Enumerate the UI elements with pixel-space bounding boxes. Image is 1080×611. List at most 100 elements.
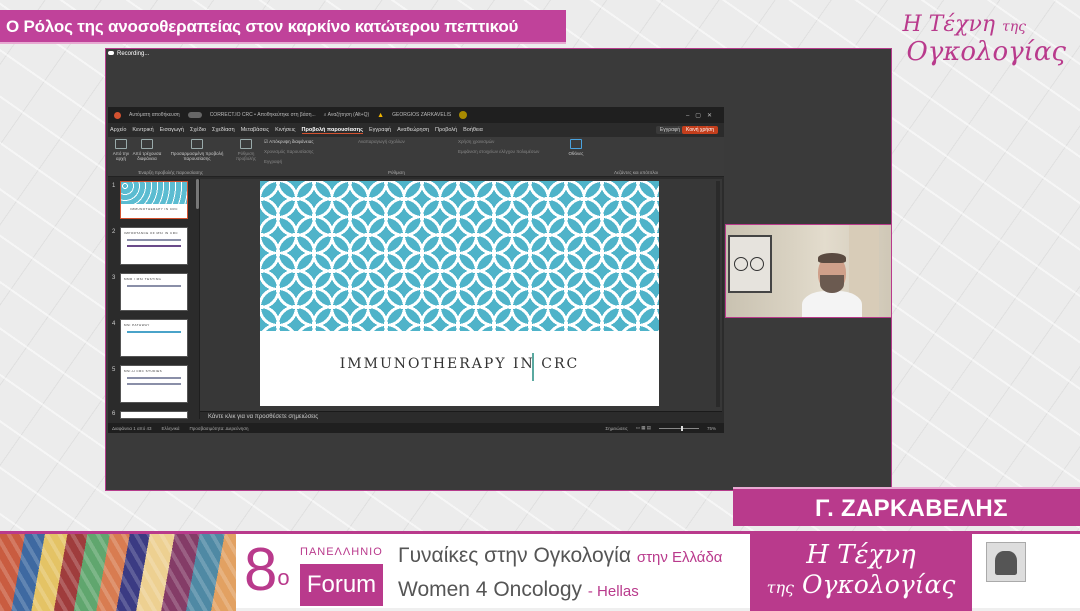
bicycle-wheel [750,257,764,271]
text-cursor [532,353,534,381]
tab-transitions[interactable]: Μεταβάσεις [241,127,269,133]
checkbox-icon: ☑ [264,139,269,144]
notes-pane[interactable]: Κάντε κλικ για να προσθέσετε σημειώσεις [200,411,722,421]
custom-show-label: Προσαρμοσμένη προβολή παρουσίασης [170,151,224,161]
show-media-checkbox[interactable]: Εμφάνιση στοιχείων ελέγχου πολυμέσων [458,149,539,154]
tab-draw[interactable]: Σχέδιο [190,127,206,133]
thumb-title: MSI PATHWAY [124,323,150,327]
footer-logo-small: της [766,578,795,597]
speaker-name-banner: Γ. ΖΑΡΚΑΒΕΛΗΣ [733,487,1080,526]
sponsor-image [986,542,1026,582]
user-name[interactable]: GEORGIOS ZARKAVELIS [392,112,451,118]
tab-record[interactable]: Εγγραφή [369,127,391,133]
from-start-button[interactable]: Από την αρχή [112,139,130,161]
footer-logo: Η Τέχνη της Ογκολογίας [750,534,972,611]
record-label: Εγγραφή [264,159,283,164]
speaker-beard [820,275,844,293]
zoom-knob[interactable] [680,425,683,431]
narrations-checkbox[interactable]: Αναπαραγωγή σχολίων [358,139,405,144]
custom-show-button[interactable]: Προσαρμοσμένη προβολή παρουσίασης [168,139,226,161]
thumb-number: 4 [112,321,116,327]
hide-slide-label: Απόκρυψη διαφάνειας [269,139,314,144]
zoom-level[interactable]: 75% [707,426,716,431]
tab-insert[interactable]: Εισαγωγή [160,127,184,133]
forum-number: 8ο [244,540,290,600]
from-current-button[interactable]: Από τρέχουσα διαφάνεια [132,139,162,161]
footer-logo-word1: Τέχνη [837,540,916,570]
ribbon-tabs: Αρχείο Κεντρική Εισαγωγή Σχέδιο Σχεδίαση… [108,123,724,137]
from-current-label: Από τρέχουσα διαφάνεια [132,151,162,161]
tab-view[interactable]: Προβολή [435,127,457,133]
thumb-content [127,285,181,287]
tab-help[interactable]: Βοήθεια [463,127,483,133]
footer-logo-word2: Ογκολογίας [801,570,956,599]
thumb-content [127,245,181,247]
slide-title[interactable]: IMMUNOTHERAPY IN CRC [260,356,659,372]
powerpoint-app-icon[interactable] [114,111,121,119]
autosave-toggle[interactable] [187,112,202,118]
bicycle-wheel [734,257,748,271]
thumb-title: IMMUNOTHERAPY IN CRC [130,207,178,211]
search-box[interactable]: ⌕ Αναζήτηση (Alt+Q) [324,112,369,118]
speaker-body [802,291,862,317]
tab-review[interactable]: Αναθεώρηση [397,127,429,133]
avatar[interactable] [459,111,468,119]
notes-toggle[interactable]: Σημειώσεις [605,426,627,431]
record-button[interactable]: Εγγραφή [655,126,684,134]
accessibility-status[interactable]: Προσβασιμότητα: Διερεύνηση [190,426,249,431]
speaker-hair [818,253,846,263]
warning-icon[interactable]: ▲ [377,112,384,119]
rehearse-button[interactable]: Χρονισμός παρουσίασης [264,149,314,154]
current-slide[interactable]: IMMUNOTHERAPY IN CRC [260,181,659,406]
window-controls[interactable]: –▢✕ [686,112,724,119]
group-label-start: Έναρξη προβολής παρουσίασης [138,170,204,175]
tab-home[interactable]: Κεντρική [132,127,153,133]
thumbnail-scrollbar[interactable] [196,179,199,209]
thumb-title: MMR / MSI TESTING [124,277,162,281]
slide-pattern [260,181,659,331]
tab-animations[interactable]: Κινήσεις [275,127,295,133]
share-button[interactable]: Κοινή χρήση [682,126,718,134]
slide-thumbnail-3[interactable]: MMR / MSI TESTING [120,273,188,311]
tab-file[interactable]: Αρχείο [110,127,126,133]
use-timings-checkbox[interactable]: Χρήση χρονισμών [458,139,494,144]
search-icon: ⌕ [323,112,327,118]
thumb-content [127,331,181,333]
english-subtitle-main: Women 4 Oncology [398,578,583,601]
tab-slide-show[interactable]: Προβολή παρουσίασης [301,127,363,134]
slide-thumbnail-4[interactable]: MSI PATHWAY [120,319,188,357]
slide-thumbnail-2[interactable]: IMPORTANCE OF MSI IN CRC [120,227,188,265]
thumb-pattern [121,182,187,204]
monitors-label: Οθόνες [568,151,584,156]
view-buttons[interactable]: ▭ ▦ ▤ [636,425,651,431]
painting-image [0,534,236,611]
session-title: Ο Ρόλος της ανοσοθεραπείας στον καρκίνο … [6,17,519,36]
setup-show-button[interactable]: Ρύθμιση προβολής [232,139,260,161]
from-start-label: Από την αρχή [112,151,130,161]
recording-label: Recording... [117,51,150,57]
slide-thumbnail-6[interactable] [120,411,188,419]
thumb-number: 6 [112,411,116,417]
hide-slide-button[interactable]: ☑ Απόκρυψη διαφάνειας [264,139,314,145]
recording-indicator: Recording... [108,51,149,57]
slide-counter: Διαφάνεια 1 από 43 [112,425,152,431]
zoom-slider[interactable] [658,425,699,431]
slide-thumbnail-5[interactable]: MSI-H CRC STUDIES [120,365,188,403]
footer-banner: 8ο ΠΑΝΕΛΛΗΝΙΟ Forum Γυναίκες στην Ογκολο… [0,531,1080,611]
slideshow-icon [115,139,127,149]
file-name[interactable]: CORRECT.IO CRC • Αποθηκεύτηκε στη βάση..… [210,112,316,118]
narrations-label: Αναπαραγωγή σχολίων [358,139,405,144]
session-title-banner: Ο Ρόλος της ανοσοθεραπείας στον καρκίνο … [0,10,566,44]
monitors-button[interactable]: Οθόνες [564,139,588,156]
slide-thumbnail-1[interactable]: IMMUNOTHERAPY IN CRC [120,181,188,219]
powerpoint-window: Αυτόματη αποθήκευση CORRECT.IO CRC • Απο… [108,107,724,433]
record-dropdown[interactable]: Εγγραφή [264,159,282,164]
thumb-title: MSI-H CRC STUDIES [124,369,163,373]
thumb-number: 2 [112,229,116,235]
tab-design[interactable]: Σχεδίαση [212,127,235,133]
editor-scrollbar[interactable] [716,181,720,407]
ppt-titlebar: Αυτόματη αποθήκευση CORRECT.IO CRC • Απο… [108,107,724,123]
language-indicator[interactable]: Ελληνικά [161,426,179,431]
logo-word1: Τέχνη [928,12,996,37]
slideshow-current-icon [141,139,153,149]
